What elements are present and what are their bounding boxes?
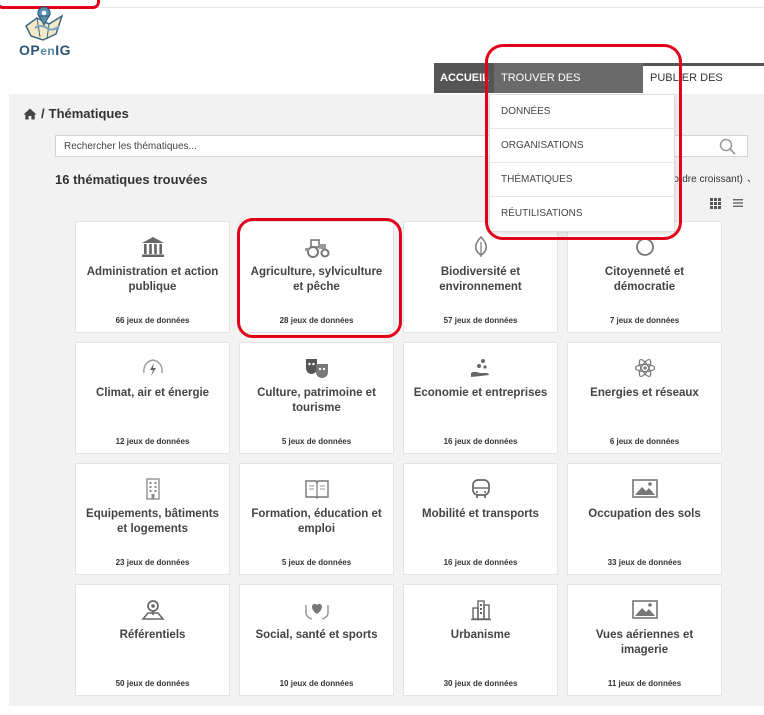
theme-count: 28 jeux de données (279, 316, 354, 325)
theme-count: 57 jeux de données (443, 316, 518, 325)
sort-select[interactable]: (ordre croissant) ⌄ (670, 174, 750, 185)
search-icon[interactable] (719, 138, 736, 155)
results-count: 16 thématiques trouvées (55, 172, 208, 187)
nav-publier-des-donnees[interactable]: PUBLIER DES DONNÉES (643, 63, 764, 109)
theme-card[interactable]: Culture, patrimoine et tourisme 5 jeux d… (239, 342, 394, 454)
theme-card[interactable]: Mobilité et transports 16 jeux de donnée… (403, 463, 558, 575)
hand-coins-icon (470, 359, 489, 377)
theme-title: Economie et entreprises (413, 387, 548, 399)
breadcrumb: / Thématiques (23, 106, 129, 121)
theme-count: 5 jeux de données (281, 437, 352, 446)
theme-title: Occupation des sols (588, 508, 701, 520)
list-view-icon[interactable] (732, 197, 744, 209)
theme-card[interactable]: Social, santé et sports 10 jeux de donné… (239, 584, 394, 696)
theme-count: 33 jeux de données (607, 558, 682, 567)
theme-count: 16 jeux de données (443, 558, 518, 567)
theme-title: Biodiversité et environnement (439, 266, 522, 293)
theme-title: Mobilité et transports (422, 508, 539, 520)
theme-count: 30 jeux de données (443, 679, 518, 688)
theme-card[interactable]: Occupation des sols 33 jeux de données (567, 463, 722, 575)
theme-title: Vues aériennes et imagerie (595, 629, 694, 656)
circle-icon (635, 238, 654, 256)
theme-count: 12 jeux de données (115, 437, 190, 446)
theme-count: 6 jeux de données (609, 437, 680, 446)
theme-count: 16 jeux de données (443, 437, 518, 446)
theme-card[interactable]: Vues aériennes et imagerie 11 jeux de do… (567, 584, 722, 696)
nav-accueil[interactable]: ACCUEIL (434, 63, 494, 93)
tractor-icon (304, 239, 329, 258)
building-icon (145, 478, 160, 500)
theme-card[interactable]: Energies et réseaux 6 jeux de données (567, 342, 722, 454)
bank-icon (141, 237, 164, 257)
theme-title: Citoyenneté et démocratie (604, 266, 685, 293)
theme-card[interactable]: Urbanisme 30 jeux de données (403, 584, 558, 696)
theme-title: Energies et réseaux (590, 387, 699, 399)
grid-view-icon[interactable] (709, 197, 722, 210)
menu-item-organisations[interactable]: ORGANISATIONS (490, 129, 674, 163)
map-pin-icon (140, 600, 165, 620)
theme-title: Référentiels (119, 629, 186, 641)
theme-title: Culture, patrimoine et tourisme (257, 387, 376, 414)
theme-card[interactable]: Administration et action publique 66 jeu… (75, 221, 230, 333)
menu-item-thematiques[interactable]: THÉMATIQUES (490, 163, 674, 197)
theme-title: Social, santé et sports (255, 629, 378, 641)
image-icon (631, 600, 658, 619)
theme-card[interactable]: Biodiversité et environnement 57 jeux de… (403, 221, 558, 333)
breadcrumb-current: Thématiques (48, 106, 129, 121)
theme-count: 50 jeux de données (115, 679, 190, 688)
image-icon (631, 479, 658, 498)
book-icon (304, 480, 329, 499)
atom-icon (634, 358, 655, 378)
theme-card[interactable]: Climat, air et énergie 12 jeux de donnée… (75, 342, 230, 454)
map-logo-icon (25, 6, 64, 41)
theme-card[interactable]: Agriculture, sylviculture et pêche 28 je… (239, 221, 394, 333)
theater-masks-icon (305, 359, 328, 378)
wind-sun-icon (142, 359, 163, 376)
page: OPenIG ACCUEIL TROUVER DES DONNÉES PUBLI… (0, 0, 764, 715)
theme-count: 7 jeux de données (609, 316, 680, 325)
theme-title: Formation, éducation et emploi (251, 508, 382, 535)
theme-count: 66 jeux de données (115, 316, 190, 325)
theme-title: Equipements, bâtiments et logements (86, 508, 219, 535)
logo-wordmark: OPenIG (19, 42, 72, 58)
theme-title: Urbanisme (450, 629, 511, 641)
nav-trouver-des-donnees[interactable]: TROUVER DES DONNÉES (494, 63, 643, 114)
home-icon[interactable] (23, 108, 37, 120)
leaf-icon (474, 236, 487, 257)
themes-grid: Administration et action publique 66 jeu… (75, 221, 730, 696)
menu-item-donnees[interactable]: DONNÉES (490, 95, 674, 129)
trouver-dropdown-menu: DONNÉES ORGANISATIONS THÉMATIQUES RÉUTIL… (489, 94, 675, 232)
theme-card[interactable]: Equipements, bâtiments et logements 23 j… (75, 463, 230, 575)
theme-count: 5 jeux de données (281, 558, 352, 567)
top-strip (0, 0, 764, 8)
city-icon (470, 600, 491, 621)
breadcrumb-separator: / (41, 106, 45, 121)
theme-title: Administration et action publique (86, 266, 219, 293)
bus-icon (471, 479, 490, 498)
theme-count: 11 jeux de données (607, 679, 682, 688)
menu-item-reutilisations[interactable]: RÉUTILISATIONS (490, 197, 674, 231)
theme-count: 23 jeux de données (115, 558, 190, 567)
theme-card[interactable]: Formation, éducation et emploi 5 jeux de… (239, 463, 394, 575)
theme-title: Climat, air et énergie (95, 387, 210, 399)
theme-card[interactable]: Citoyenneté et démocratie 7 jeux de donn… (567, 221, 722, 333)
hands-heart-icon (304, 603, 329, 620)
theme-count: 10 jeux de données (279, 679, 354, 688)
theme-title: Agriculture, sylviculture et pêche (250, 266, 383, 293)
theme-card[interactable]: Economie et entreprises 16 jeux de donné… (403, 342, 558, 454)
main-navbar: ACCUEIL TROUVER DES DONNÉES PUBLIER DES … (434, 63, 764, 114)
theme-card[interactable]: Référentiels 50 jeux de données (75, 584, 230, 696)
site-logo[interactable]: OPenIG (19, 4, 89, 62)
